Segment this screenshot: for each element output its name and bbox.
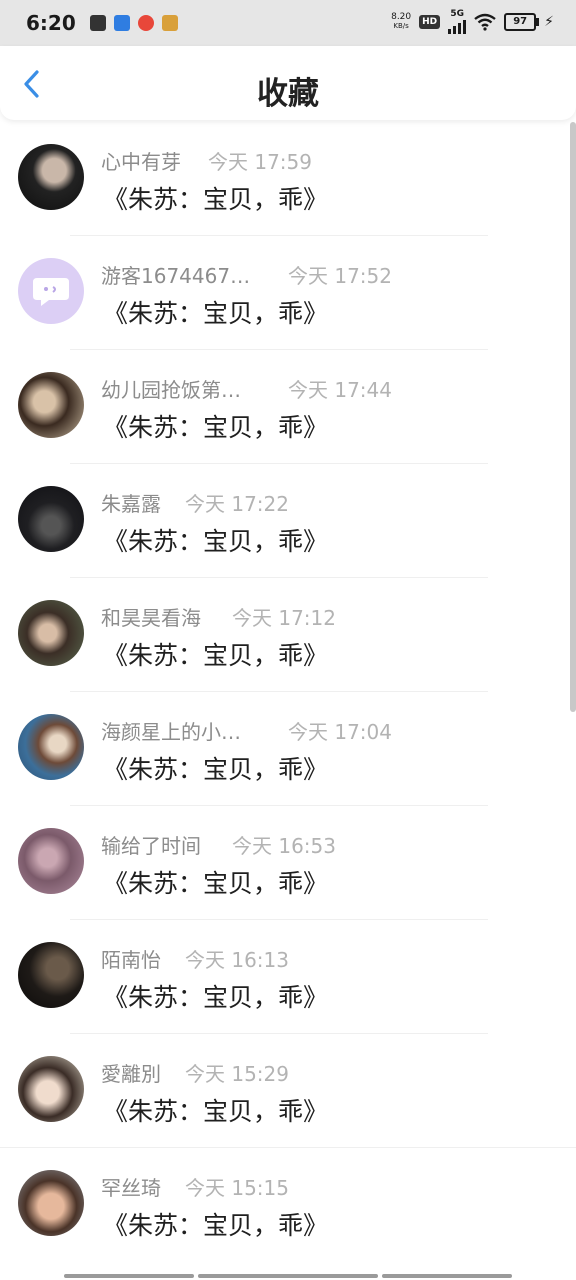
net-speed-value: 8.20 <box>391 12 412 22</box>
list-item[interactable]: 和昊昊看海 今天 17:12 《朱苏：宝贝，乖》 <box>0 578 576 692</box>
user-name[interactable]: 愛離別 <box>101 1058 161 1087</box>
user-name[interactable]: 罕丝琦 <box>101 1172 161 1201</box>
story-title[interactable]: 《朱苏：宝贝，乖》 <box>103 864 328 900</box>
story-title[interactable]: 《朱苏：宝贝，乖》 <box>103 408 328 444</box>
avatar[interactable] <box>18 486 84 552</box>
user-name[interactable]: 陌南怡 <box>101 944 161 973</box>
net-speed-unit: KB/s <box>393 22 409 30</box>
avatar[interactable] <box>18 144 84 210</box>
user-name[interactable]: 游客1674467… <box>101 260 250 289</box>
story-title[interactable]: 《朱苏：宝贝，乖》 <box>103 1206 328 1242</box>
gesture-bar[interactable] <box>64 1274 512 1278</box>
user-name[interactable]: 海颜星上的小… <box>101 716 241 745</box>
list-item[interactable]: 输给了时间 今天 16:53 《朱苏：宝贝，乖》 <box>0 806 576 920</box>
battery-icon: 97 <box>504 13 540 31</box>
notification-icons <box>89 15 178 31</box>
user-name[interactable]: 幼儿园抢饭第… <box>101 374 241 403</box>
charging-icon: ⚡ <box>544 14 554 30</box>
scrollbar[interactable] <box>570 122 576 712</box>
timestamp: 今天 17:12 <box>232 606 336 630</box>
user-name[interactable]: 心中有芽 <box>101 146 181 175</box>
story-title[interactable]: 《朱苏：宝贝，乖》 <box>103 636 328 672</box>
avatar[interactable] <box>18 1170 84 1236</box>
net-speed: 8.20 KB/s <box>391 13 411 31</box>
status-indicators: 8.20 KB/s HD 5G 97 ⚡ <box>391 10 554 34</box>
story-title[interactable]: 《朱苏：宝贝，乖》 <box>103 1092 328 1128</box>
timestamp: 今天 15:29 <box>185 1062 289 1086</box>
avatar[interactable] <box>18 942 84 1008</box>
timestamp: 今天 17:59 <box>208 150 312 174</box>
user-name[interactable]: 朱嘉露 <box>101 488 161 517</box>
calendar-icon <box>89 15 106 31</box>
wifi-icon <box>474 13 496 31</box>
list-item[interactable]: 幼儿园抢饭第… 今天 17:44 《朱苏：宝贝，乖》 <box>0 350 576 464</box>
hd-badge: HD <box>419 15 441 29</box>
weibo-icon <box>137 15 154 31</box>
favorites-list: 心中有芽 今天 17:59 《朱苏：宝贝，乖》 游客1674467… 今天 17… <box>0 122 576 1262</box>
status-time: 6:20 <box>26 11 76 35</box>
timestamp: 今天 16:53 <box>232 834 336 858</box>
network-type: 5G <box>450 9 464 19</box>
story-title[interactable]: 《朱苏：宝贝，乖》 <box>103 180 328 216</box>
story-title[interactable]: 《朱苏：宝贝，乖》 <box>103 750 328 786</box>
header: 收藏 <box>0 46 576 120</box>
timestamp: 今天 15:15 <box>185 1176 289 1200</box>
avatar[interactable] <box>18 372 84 438</box>
list-item[interactable]: 罕丝琦 今天 15:15 《朱苏：宝贝，乖》 <box>0 1148 576 1262</box>
avatar[interactable] <box>18 258 84 324</box>
story-title[interactable]: 《朱苏：宝贝，乖》 <box>103 522 328 558</box>
list-item[interactable]: 心中有芽 今天 17:59 《朱苏：宝贝，乖》 <box>0 122 576 236</box>
list-item[interactable]: 游客1674467… 今天 17:52 《朱苏：宝贝，乖》 <box>0 236 576 350</box>
chat-bubble-icon <box>33 278 69 306</box>
list-item[interactable]: 陌南怡 今天 16:13 《朱苏：宝贝，乖》 <box>0 920 576 1034</box>
avatar[interactable] <box>18 600 84 666</box>
timestamp: 今天 17:52 <box>288 264 392 288</box>
avatar[interactable] <box>18 828 84 894</box>
avatar[interactable] <box>18 1056 84 1122</box>
story-title[interactable]: 《朱苏：宝贝，乖》 <box>103 978 328 1014</box>
avatar[interactable] <box>18 714 84 780</box>
page-title: 收藏 <box>257 76 319 112</box>
story-title[interactable]: 《朱苏：宝贝，乖》 <box>103 294 328 330</box>
list-item[interactable]: 愛離別 今天 15:29 《朱苏：宝贝，乖》 <box>0 1034 576 1148</box>
app-icon-blue <box>113 15 130 31</box>
user-name[interactable]: 和昊昊看海 <box>101 602 201 631</box>
user-name[interactable]: 输给了时间 <box>101 830 201 859</box>
timestamp: 今天 16:13 <box>185 948 289 972</box>
list-item[interactable]: 海颜星上的小… 今天 17:04 《朱苏：宝贝，乖》 <box>0 692 576 806</box>
signal-icon: 5G <box>448 9 467 34</box>
timestamp: 今天 17:44 <box>288 378 392 402</box>
battery-level: 97 <box>513 16 528 27</box>
status-bar: 6:20 8.20 KB/s HD 5G 97 ⚡ <box>0 0 576 46</box>
game-icon <box>161 15 178 31</box>
timestamp: 今天 17:22 <box>185 492 289 516</box>
timestamp: 今天 17:04 <box>288 720 392 744</box>
list-item[interactable]: 朱嘉露 今天 17:22 《朱苏：宝贝，乖》 <box>0 464 576 578</box>
